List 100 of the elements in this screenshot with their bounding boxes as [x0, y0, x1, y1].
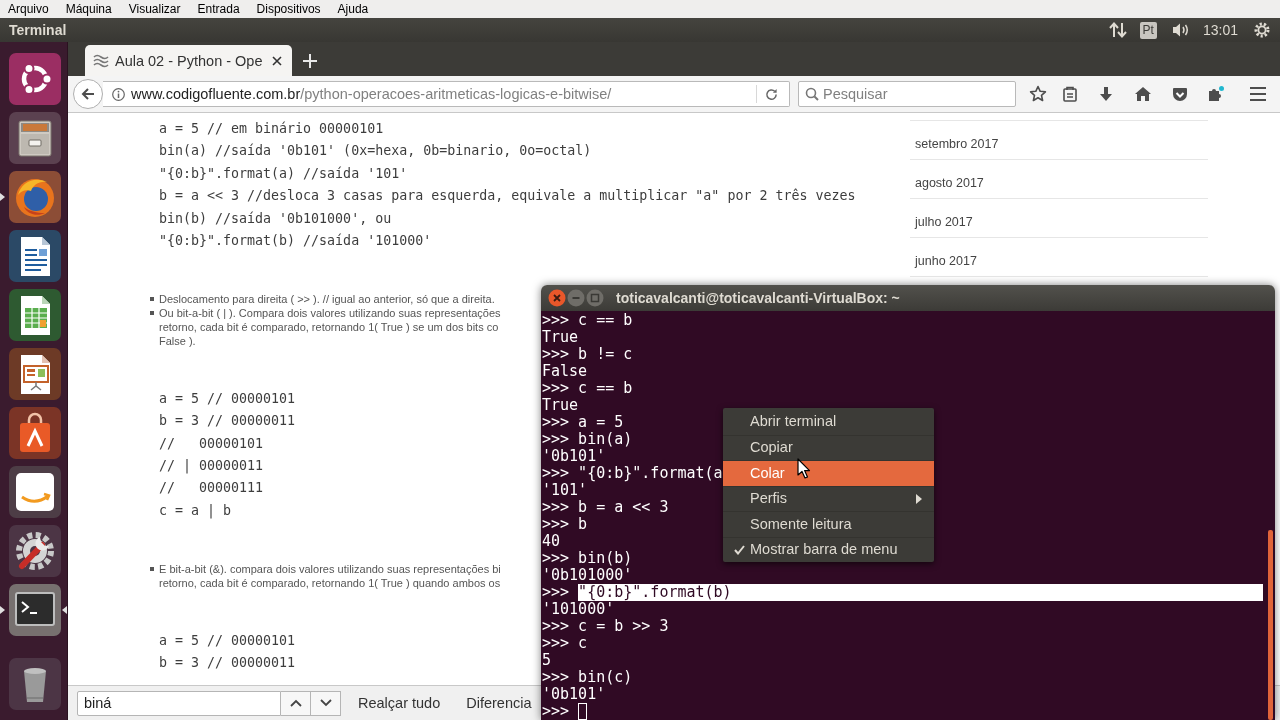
- find-option-button[interactable]: Diferencia: [466, 695, 532, 711]
- spreadsheet-icon[interactable]: [9, 289, 61, 341]
- terminal-prompt: >>>: [542, 431, 570, 448]
- terminal-output: '0b101': [542, 448, 606, 465]
- code-line: bin(a) //saída '0b101' (0x=hexa, 0b=binario, 0o=octal): [159, 142, 592, 161]
- terminal-prompt: >>>: [542, 380, 570, 397]
- browser-tab[interactable]: Aula 02 - Python - Ope: [85, 45, 292, 76]
- menu-icon[interactable]: [1249, 86, 1267, 102]
- code-line: // | 00000011: [159, 457, 264, 476]
- terminal-command: a = 5: [578, 414, 624, 431]
- code-line: // 00000101: [159, 434, 264, 453]
- terminal-prompt: >>>: [542, 669, 570, 686]
- presentation-icon[interactable]: [9, 348, 61, 400]
- close-icon[interactable]: [272, 55, 282, 66]
- previous-match-button[interactable]: [281, 690, 311, 716]
- trash-icon[interactable]: [9, 658, 61, 710]
- bullet-text: Ou bit-a-bit ( | ). Compara dois valores utilizando suas representações retorno, cada bit é comparado, retornando 1( True ) se um dos bits co False ).: [159, 306, 501, 349]
- terminal-command: bin(b): [578, 550, 633, 567]
- archive-link[interactable]: agosto 2017: [915, 176, 984, 190]
- menu-item[interactable]: Máquina: [65, 1, 112, 17]
- terminal-command: c == b: [578, 380, 633, 397]
- code-line: bin(b) //saída '0b101000', ou: [159, 209, 392, 228]
- back-button[interactable]: [73, 79, 103, 109]
- document-icon[interactable]: [9, 230, 61, 282]
- ubuntu-logo-icon[interactable]: [9, 53, 61, 105]
- code-line: c = a | b: [159, 501, 232, 521]
- terminal-prompt: >>>: [542, 414, 570, 431]
- gear-wrench-icon[interactable]: [9, 525, 61, 577]
- archive-link[interactable]: setembro 2017: [915, 137, 999, 151]
- menu-item[interactable]: Entrada: [197, 1, 240, 17]
- code-line: "{0:b}".format(b) //saída '101000': [159, 232, 432, 251]
- search-field[interactable]: Pesquisar: [798, 81, 1016, 107]
- caret-down-icon: [319, 699, 332, 707]
- menu-item[interactable]: Ajuda: [337, 1, 369, 17]
- bullet-icon: [150, 566, 154, 571]
- globe-icon[interactable]: [9, 171, 61, 223]
- next-match-button[interactable]: [311, 690, 341, 716]
- terminal-prompt: >>>: [542, 516, 570, 533]
- terminal-command: b != c: [578, 346, 633, 363]
- info-icon[interactable]: [112, 87, 125, 101]
- shopping-bag-icon[interactable]: [9, 407, 61, 459]
- chevron-shield-icon[interactable]: [1172, 86, 1188, 102]
- menu-item[interactable]: Somente leitura: [723, 511, 934, 537]
- terminal-output: 40: [542, 533, 561, 550]
- menu-item[interactable]: Dispositivos: [256, 1, 321, 17]
- terminal-prompt: >>>: [542, 618, 570, 635]
- terminal-command: c == b: [578, 312, 633, 329]
- terminal-prompt: >>>: [542, 635, 570, 652]
- code-line: a = 5 // 00000101: [159, 389, 296, 408]
- terminal-command: "{0:b}".format(a: [578, 465, 723, 482]
- terminal-prompt: >>>: [542, 550, 570, 567]
- waves-icon: [93, 53, 109, 68]
- star-icon[interactable]: [1029, 85, 1047, 103]
- bullet-icon: [150, 311, 154, 316]
- code-line: b = a << 3 //desloca 3 casas para esquerda, equivale a multiplicar "a" por 2 três vezes: [159, 187, 856, 206]
- gear-icon[interactable]: [1254, 22, 1270, 38]
- mouse-pointer-icon: [797, 458, 811, 479]
- archive-link[interactable]: julho 2017: [915, 215, 973, 229]
- terminal-output: False: [542, 363, 588, 380]
- bullet-text: E bit-a-bit (&). compara dois valores utilizando suas representações bi retorno, cada bit é comparado, retornando 1( True ) quando ambos os: [159, 561, 501, 590]
- file-cabinet-icon[interactable]: [9, 112, 61, 164]
- menu-item[interactable]: Arquivo: [8, 1, 49, 17]
- clock-text[interactable]: 13:01: [1202, 22, 1238, 38]
- terminal-output: '0b101': [542, 686, 606, 703]
- menu-item[interactable]: Visualizar: [128, 1, 181, 17]
- terminal-prompt: >>>: [542, 703, 570, 720]
- code-line: a = 5 // em binário 00000101: [159, 120, 384, 138]
- menu-item[interactable]: Perfis: [723, 485, 934, 511]
- download-icon[interactable]: [1098, 86, 1114, 102]
- find-field[interactable]: biná: [77, 690, 281, 716]
- volume-icon[interactable]: [1171, 22, 1190, 38]
- terminal-command: bin(a): [578, 431, 633, 448]
- window-title: toticavalcanti@toticavalcanti-VirtualBox: ~: [616, 290, 900, 306]
- reload-icon[interactable]: [765, 87, 778, 101]
- search-input[interactable]: Pesquisar: [823, 86, 1003, 102]
- scrollbar-thumb[interactable]: [1268, 530, 1273, 720]
- terminal-prompt: >>>: [542, 312, 570, 329]
- terminal-prompt: >>>: [542, 346, 570, 363]
- plus-icon[interactable]: [303, 53, 317, 68]
- terminal-icon[interactable]: [9, 584, 61, 636]
- home-icon[interactable]: [1134, 86, 1152, 102]
- terminal-output: True: [542, 329, 579, 346]
- address-bar[interactable]: www.codigofluente.com.br/python-operacoes-aritmeticas-logicas-e-bitwise/: [103, 81, 790, 107]
- archive-link[interactable]: junho 2017: [915, 254, 977, 268]
- app-title: Terminal: [9, 22, 67, 38]
- terminal-output: True: [542, 397, 579, 414]
- terminal-command: b = a << 3: [578, 499, 669, 516]
- menu-item[interactable]: Mostrar barra de menu: [723, 536, 934, 562]
- terminal-prompt: >>>: [542, 465, 570, 482]
- code-line: b = 3 // 00000011: [159, 412, 296, 431]
- keyboard-layout-indicator[interactable]: Pt: [1139, 21, 1157, 39]
- clipboard-icon[interactable]: [1062, 86, 1078, 102]
- bullet-text: Deslocamento para direita ( >> ). // igual ao anterior, só que a direita.: [159, 292, 495, 307]
- terminal-output: '0b101000': [542, 567, 633, 584]
- url-text: www.codigofluente.com.br/python-operacoes-aritmeticas-logicas-e-bitwise/: [131, 86, 612, 102]
- terminal-output: 5: [542, 652, 552, 669]
- up-down-arrows-icon[interactable]: [1108, 22, 1127, 38]
- find-option-button[interactable]: Realçar tudo: [358, 695, 441, 711]
- menu-item[interactable]: Abrir terminal: [723, 409, 934, 435]
- puzzle-icon[interactable]: [1208, 86, 1224, 102]
